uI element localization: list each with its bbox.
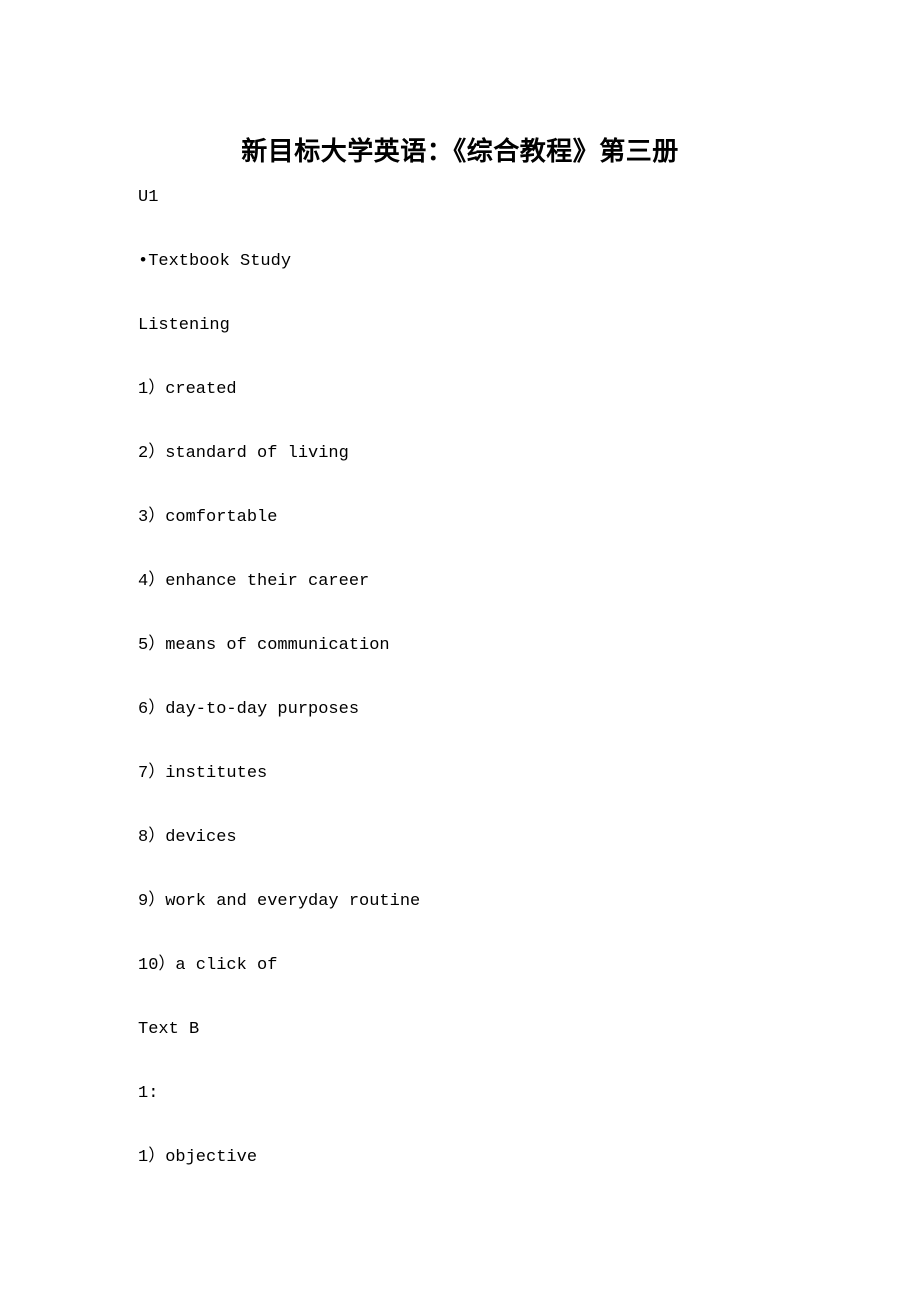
unit-label: U1 [138, 188, 159, 207]
page-title: 新目标大学英语：《综合教程》第三册 [241, 137, 679, 168]
listening-answer-4: 4）enhance their career [138, 572, 370, 591]
text-b-answer-1: 1）objective [138, 1148, 258, 1167]
listening-answer-7: 7）institutes [138, 764, 268, 783]
listening-answer-3: 3）comfortable [138, 508, 278, 527]
listening-answer-6: 6）day-to-day purposes [138, 700, 360, 719]
listening-answer-10: 10）a click of [138, 956, 278, 975]
listening-answer-2: 2）standard of living [138, 444, 349, 463]
listening-answer-5: 5）means of communication [138, 636, 390, 655]
section-heading-textbook-study: •Textbook Study [138, 252, 292, 271]
section-heading-text-b: Text B [138, 1020, 200, 1039]
section-heading-listening: Listening [138, 316, 230, 335]
listening-answer-1: 1）created [138, 380, 237, 399]
document-page: 新目标大学英语：《综合教程》第三册 U1 •Textbook Study Lis… [0, 0, 920, 1302]
document-body: U1 •Textbook Study Listening 1）created 2… [138, 186, 878, 1170]
listening-answer-9: 9）work and everyday routine [138, 892, 421, 911]
listening-answer-8: 8）devices [138, 828, 237, 847]
exercise-number-label: 1: [138, 1084, 159, 1103]
